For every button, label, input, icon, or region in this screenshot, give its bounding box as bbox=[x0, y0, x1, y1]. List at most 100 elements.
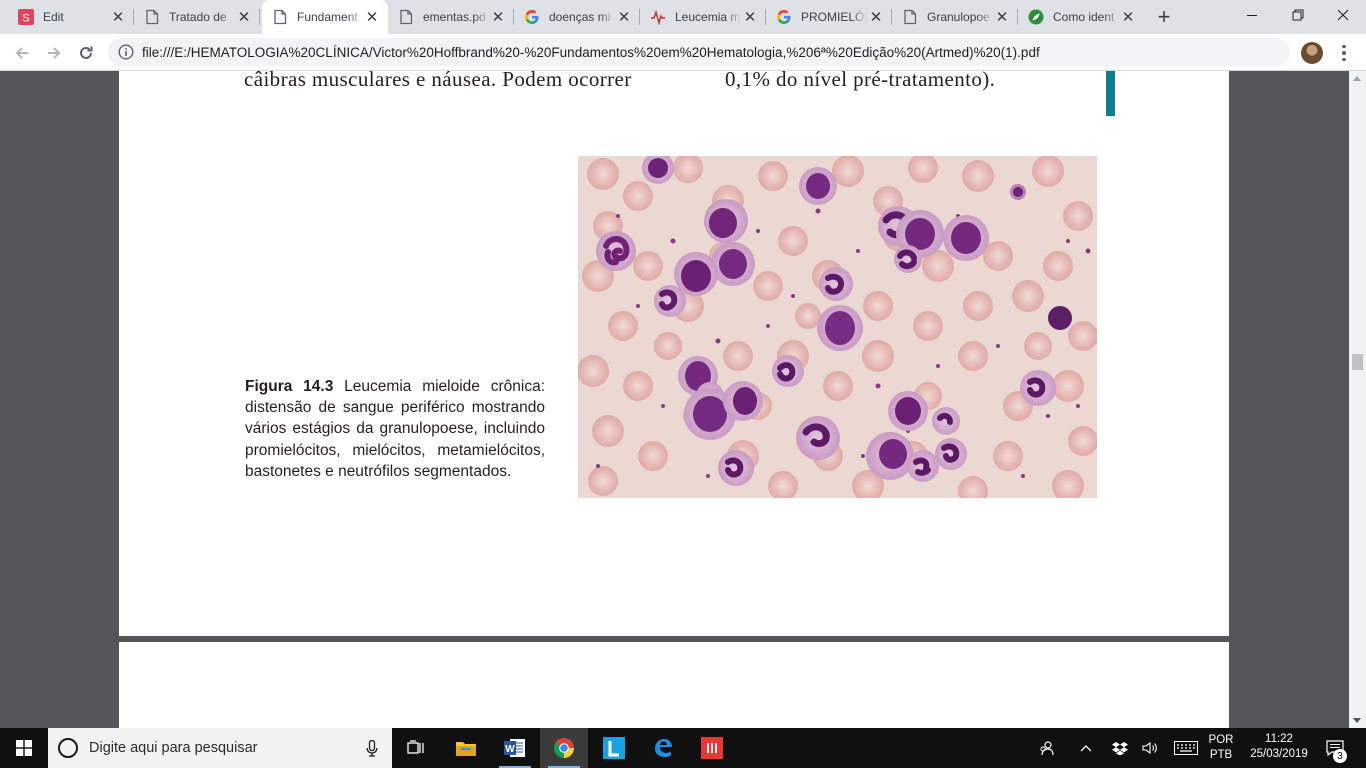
tab-leucemia[interactable]: Leucemia m ✕ bbox=[640, 0, 766, 34]
close-tab-icon[interactable]: ✕ bbox=[490, 9, 506, 26]
windows-logo-icon bbox=[16, 740, 32, 756]
action-center-button[interactable] bbox=[1320, 728, 1350, 768]
tab-como-identificar[interactable]: Como ident ✕ bbox=[1018, 0, 1144, 34]
reload-button[interactable] bbox=[72, 39, 100, 67]
tab-edit[interactable]: S Edit ✕ bbox=[8, 0, 134, 34]
document-icon bbox=[902, 9, 918, 25]
tab-title: Tratado de bbox=[169, 10, 227, 24]
volume-button[interactable] bbox=[1138, 728, 1162, 768]
minimize-button[interactable] bbox=[1229, 0, 1275, 30]
close-window-button[interactable] bbox=[1320, 0, 1366, 30]
taskbar-search-box[interactable]: Digite aqui para pesquisar bbox=[48, 728, 392, 768]
start-button[interactable] bbox=[0, 728, 48, 768]
blood-smear-micrograph bbox=[578, 156, 1097, 498]
profile-avatar[interactable] bbox=[1301, 42, 1323, 64]
tab-title: Leucemia m bbox=[675, 10, 741, 24]
browser-toolbar: file:///E:/HEMATOLOGIA%20CLÍNICA/Victor%… bbox=[0, 34, 1366, 71]
close-tab-icon[interactable]: ✕ bbox=[110, 9, 126, 26]
new-tab-button[interactable]: + bbox=[1152, 4, 1176, 29]
keyboard-layout: PTB bbox=[1209, 749, 1233, 761]
show-hidden-icons-button[interactable] bbox=[1074, 728, 1098, 768]
edge-button[interactable] bbox=[639, 728, 687, 768]
ekg-icon bbox=[650, 9, 666, 25]
microphone-icon[interactable] bbox=[366, 739, 378, 757]
svg-text:W: W bbox=[505, 744, 515, 755]
figure-label: Figura 14.3 bbox=[245, 378, 334, 395]
word-button[interactable]: W bbox=[491, 728, 539, 768]
body-text-left: câibras musculares e náusea. Podem ocorr… bbox=[244, 71, 632, 91]
tab-title: Fundament bbox=[297, 10, 358, 24]
task-view-icon bbox=[407, 740, 424, 754]
l-app-button[interactable] bbox=[590, 728, 638, 768]
forward-arrow-icon bbox=[48, 47, 61, 59]
red-app-icon bbox=[701, 737, 723, 759]
word-icon: W bbox=[504, 739, 525, 757]
tab-title: Edit bbox=[43, 10, 64, 24]
tab-title: Como ident bbox=[1053, 10, 1115, 24]
taskbar-clock[interactable]: 11:22 25/03/2019 bbox=[1244, 732, 1314, 762]
pdf-viewer: câibras musculares e náusea. Podem ocorr… bbox=[0, 71, 1366, 728]
document-icon bbox=[272, 9, 288, 25]
people-button[interactable] bbox=[1034, 728, 1060, 768]
file-explorer-icon bbox=[456, 742, 476, 756]
chrome-button[interactable] bbox=[540, 728, 588, 768]
back-button[interactable] bbox=[8, 39, 36, 67]
keyboard-icon bbox=[1174, 741, 1198, 755]
chevron-up-icon bbox=[1080, 745, 1092, 752]
windows-taskbar: Digite aqui para pesquisar W POR PTB 11:… bbox=[0, 728, 1366, 768]
l-app-icon bbox=[603, 737, 625, 759]
tab-ementas[interactable]: ementas.pd ✕ bbox=[388, 0, 514, 34]
close-tab-icon[interactable]: ✕ bbox=[364, 9, 380, 26]
language-indicator[interactable]: POR PTB bbox=[1206, 733, 1236, 763]
notification-count-badge: 3 bbox=[1333, 749, 1347, 763]
tab-fundamentos-active[interactable]: Fundament ✕ bbox=[262, 0, 388, 34]
clock-date: 25/03/2019 bbox=[1250, 748, 1308, 760]
back-arrow-icon bbox=[15, 47, 28, 59]
google-icon bbox=[776, 9, 792, 25]
info-icon[interactable] bbox=[118, 44, 134, 60]
close-tab-icon[interactable]: ✕ bbox=[742, 9, 758, 26]
address-bar[interactable]: file:///E:/HEMATOLOGIA%20CLÍNICA/Victor%… bbox=[108, 38, 1290, 66]
close-tab-icon[interactable]: ✕ bbox=[868, 9, 884, 26]
tab-title: ementas.pd bbox=[423, 10, 486, 24]
viewer-scrollbar[interactable] bbox=[1349, 71, 1366, 728]
figure-caption: Figura 14.3 Leucemia mieloide crônica: d… bbox=[245, 376, 545, 482]
tab-title: doenças mi bbox=[549, 10, 611, 24]
edge-icon bbox=[655, 739, 672, 757]
tab-tratado[interactable]: Tratado de ✕ bbox=[134, 0, 260, 34]
tab-title: PROMIELÓC bbox=[801, 10, 868, 24]
forward-button[interactable] bbox=[40, 39, 68, 67]
close-tab-icon[interactable]: ✕ bbox=[616, 9, 632, 26]
people-icon bbox=[1040, 741, 1054, 756]
close-tab-icon[interactable]: ✕ bbox=[994, 9, 1010, 26]
close-tab-icon[interactable]: ✕ bbox=[1120, 9, 1136, 26]
search-placeholder[interactable]: Digite aqui para pesquisar bbox=[89, 740, 366, 756]
tab-strip: S Edit ✕ Tratado de ✕ Fundament ✕ ementa… bbox=[0, 0, 1366, 34]
dropbox-button[interactable] bbox=[1108, 728, 1132, 768]
scroll-up-icon[interactable] bbox=[1353, 76, 1361, 81]
red-app-button[interactable] bbox=[688, 728, 736, 768]
cortana-icon bbox=[58, 738, 78, 758]
pdf-page: câibras musculares e náusea. Podem ocorr… bbox=[119, 71, 1229, 636]
dropbox-icon bbox=[1112, 742, 1128, 755]
leaf-icon bbox=[1028, 9, 1044, 25]
tab-granulopoese[interactable]: Granulopoe ✕ bbox=[892, 0, 1018, 34]
touch-keyboard-button[interactable] bbox=[1170, 728, 1202, 768]
menu-kebab-icon[interactable] bbox=[1332, 41, 1356, 65]
document-icon bbox=[398, 9, 414, 25]
language-code: POR bbox=[1208, 734, 1234, 746]
restore-button[interactable] bbox=[1275, 0, 1321, 30]
scrollbar-thumb[interactable] bbox=[1352, 354, 1363, 370]
google-icon bbox=[524, 9, 540, 25]
chrome-icon bbox=[553, 738, 574, 759]
url-text[interactable]: file:///E:/HEMATOLOGIA%20CLÍNICA/Victor%… bbox=[142, 45, 1040, 60]
scroll-down-icon[interactable] bbox=[1353, 718, 1361, 723]
close-tab-icon[interactable]: ✕ bbox=[236, 9, 252, 26]
file-explorer-button[interactable] bbox=[442, 728, 490, 768]
chapter-tab-marker bbox=[1106, 71, 1115, 116]
task-view-button[interactable] bbox=[392, 728, 440, 768]
document-icon bbox=[144, 9, 160, 25]
tab-promielocito[interactable]: PROMIELÓC ✕ bbox=[766, 0, 892, 34]
speaker-icon bbox=[1142, 741, 1157, 755]
tab-doencas[interactable]: doenças mi ✕ bbox=[514, 0, 640, 34]
